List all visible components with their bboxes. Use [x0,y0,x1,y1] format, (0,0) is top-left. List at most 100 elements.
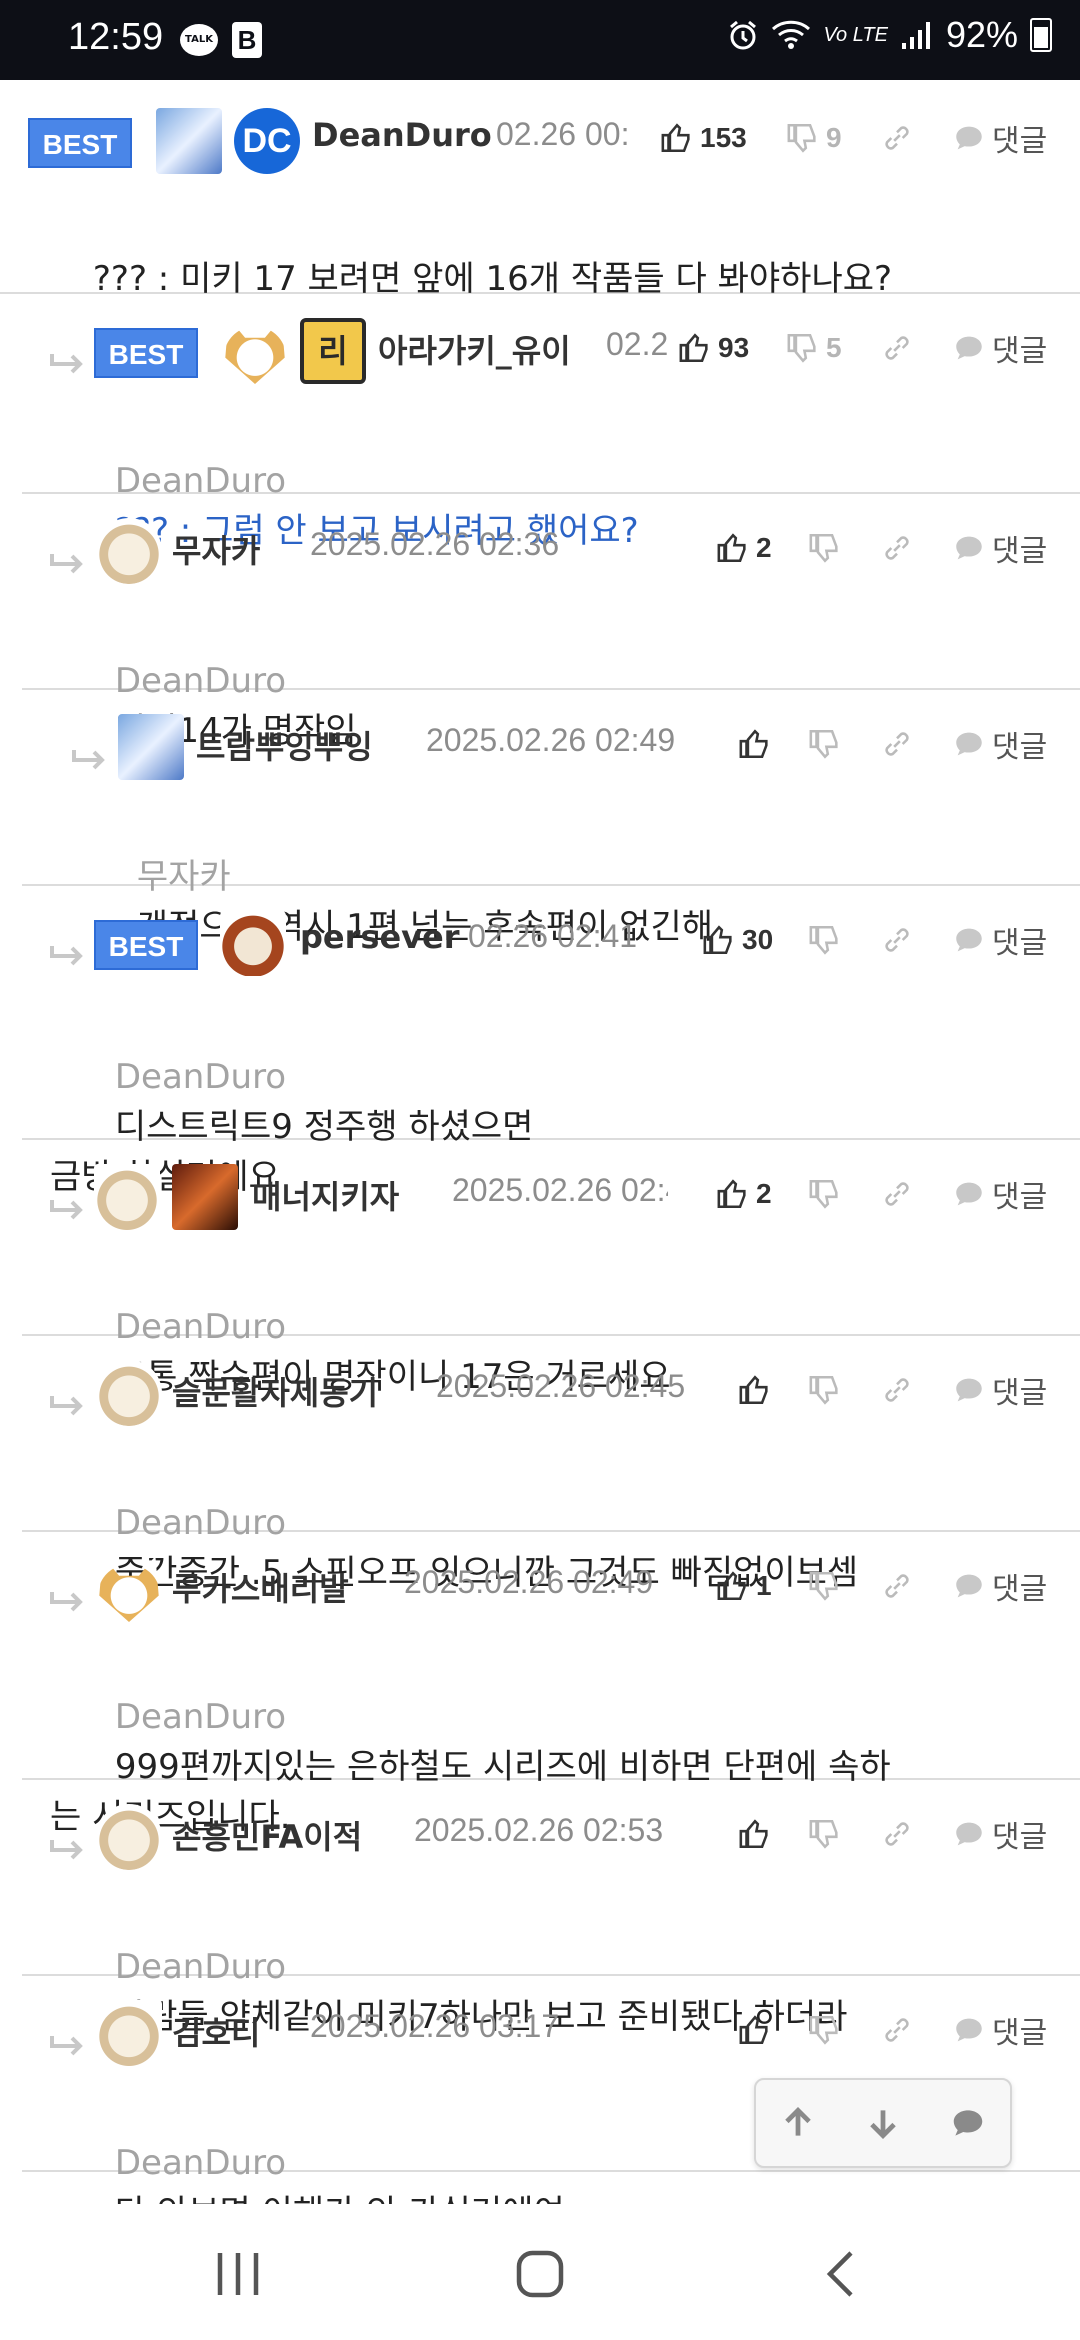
nickname[interactable]: 슬문활자제동기 [172,1368,378,1414]
reply-label: 댓글 [992,730,1048,765]
reply-label: 댓글 [992,334,1048,369]
dislike-button[interactable] [808,2002,842,2058]
avatar [99,2192,159,2204]
thumbs-up-icon [717,533,746,563]
like-button[interactable] [738,1362,772,1418]
link-button[interactable] [880,520,914,576]
nickname[interactable]: 손흥민FA이적 [172,1812,362,1858]
reply-arrow-icon [48,944,86,968]
like-button[interactable] [738,716,772,772]
link-button[interactable] [880,110,914,166]
reply-label: 댓글 [992,1572,1048,1607]
status-time: 12:59 [68,16,164,58]
dislike-button[interactable] [808,1362,842,1418]
reply-arrow-icon [48,1394,86,1418]
like-button[interactable]: 2 [716,520,772,576]
like-button[interactable]: 153 [660,110,747,166]
thumbs-down-icon [809,1375,838,1405]
nickname[interactable]: 아라가키_유이 [378,326,571,372]
comment-item: 무자카 2025.02.26 02:36 2 댓글 DeanDuro 미키14가… [22,494,1080,751]
comment-date: 2025.02.26 02:4 [452,1172,668,1208]
link-icon [885,536,909,560]
like-count: 1 [756,1570,772,1601]
avatar [96,1804,162,1870]
nickname[interactable]: 트람뿌잉뿌잉 [196,722,373,768]
reply-button[interactable]: 댓글 [952,2002,1047,2058]
like-count: 93 [718,332,750,363]
like-button[interactable] [738,1806,772,1862]
reply-label: 댓글 [992,1820,1048,1855]
link-button[interactable] [880,2002,914,2058]
dislike-button[interactable] [808,912,842,968]
thumbs-down-icon [809,1179,838,1209]
dislike-button[interactable] [808,1806,842,1862]
reply-button[interactable]: 댓글 [952,110,1047,166]
nickname[interactable]: 루카스배리발 [172,1564,349,1610]
thumbs-down-icon [809,533,838,563]
link-button[interactable] [880,1362,914,1418]
like-button[interactable]: 1 [716,1558,772,1614]
like-button[interactable] [738,2002,772,2058]
thumbs-up-icon [739,729,768,759]
thumbs-up-icon [717,1571,746,1601]
scroll-down-button[interactable] [858,2098,908,2148]
mention-name[interactable]: DeanDuro [115,1697,286,1737]
like-button[interactable]: 93 [678,320,749,376]
nickname[interactable]: DeanDuro [312,116,492,154]
like-button[interactable]: 30 [702,912,773,968]
reply-button[interactable]: 댓글 [952,912,1047,968]
reply-button[interactable]: 댓글 [952,520,1047,576]
link-button[interactable] [880,912,914,968]
signal-icon [901,22,930,49]
reply-button[interactable]: 댓글 [952,716,1047,772]
nickname[interactable]: 매너지키자 [252,1172,399,1218]
speech-bubble-icon [953,2110,982,2136]
home-button[interactable] [500,2242,580,2306]
nickname[interactable]: 무자카 [172,526,260,572]
nickname[interactable]: persever [300,918,459,956]
reply-button[interactable]: 댓글 [952,1558,1047,1614]
dislike-button[interactable] [808,520,842,576]
link-icon [885,1574,909,1598]
scroll-up-button[interactable] [773,2098,823,2148]
comment-item: 매너지키자 2025.02.26 02:4 2 댓글 DeanDuro 보통 짝… [22,1140,1080,1397]
reply-button[interactable]: 댓글 [952,1806,1047,1862]
status-bar: 12:59 TALK B Vo LTE 92% [0,0,1080,80]
avatar [96,1360,162,1426]
back-button[interactable] [802,2242,882,2306]
reply-label: 댓글 [992,2016,1048,2051]
dislike-button[interactable] [808,716,842,772]
badge-image-icon [172,1164,238,1230]
dislike-button[interactable]: 9 [786,110,842,166]
comment-item: BEST DC DeanDuro 02.26 00: 153 9 댓글 ??? … [0,84,1080,299]
reply-button[interactable]: 댓글 [952,1362,1047,1418]
avatar [96,2000,162,2066]
link-button[interactable] [880,1806,914,1862]
recent-apps-button[interactable] [198,2242,278,2306]
nickname[interactable]: 김호티 [172,2008,260,2054]
comment-item: BEST persever 02.26 02:41 30 댓글 DeanDuro… [22,886,1080,1197]
link-icon [885,928,909,952]
link-icon [885,2018,909,2042]
reply-arrow-icon [48,1590,86,1614]
dislike-button[interactable]: 5 [786,320,842,376]
like-count: 2 [756,532,772,563]
link-button[interactable] [880,716,914,772]
link-icon [885,732,909,756]
speech-bubble-icon [956,126,982,150]
link-button[interactable] [880,1558,914,1614]
reply-button[interactable]: 댓글 [952,320,1047,376]
like-button[interactable]: 2 [716,1166,772,1222]
link-button[interactable] [880,320,914,376]
mention-name[interactable]: DeanDuro [115,1057,286,1097]
dislike-button[interactable] [808,1166,842,1222]
link-button[interactable] [880,1166,914,1222]
comment-item: BEST 리 아라가키_유이 02.2 93 5 댓글 DeanDuro ???… [22,294,1080,551]
thumbs-up-icon [703,925,732,955]
thumbs-down-icon [809,729,838,759]
dislike-button[interactable] [808,1558,842,1614]
battery-icon [1030,18,1052,52]
avatar [99,1556,159,1622]
jump-to-comments-button[interactable] [943,2098,993,2148]
reply-button[interactable]: 댓글 [952,1166,1047,1222]
